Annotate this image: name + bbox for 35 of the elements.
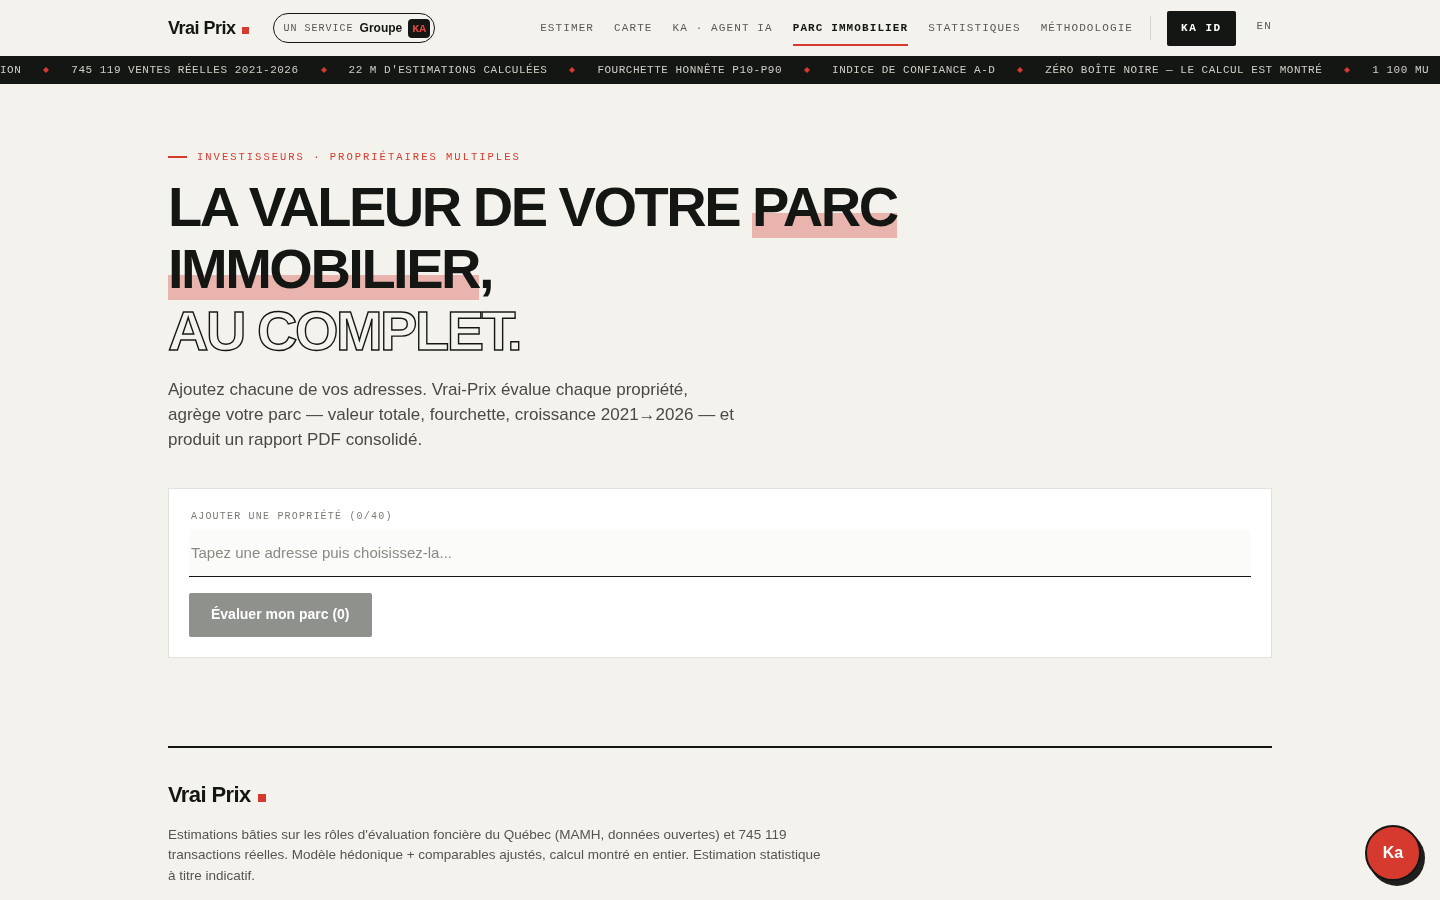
ticker-item: 745 119 VENTES RÉELLES 2021-2026 [71,63,299,77]
dash-icon [168,156,187,158]
diamond-icon [320,67,327,73]
nav-link[interactable]: STATISTIQUES [928,10,1021,46]
home-logo-link[interactable]: Vrai Prix [168,17,249,39]
language-link[interactable]: EN [1256,17,1272,35]
diamond-icon [1344,67,1351,73]
field-label: AJOUTER UNE PROPRIÉTÉ (0/40) [190,510,394,524]
nav-link[interactable]: ESTIMER [540,10,595,46]
nav-link[interactable]: KA · AGENT IA [672,10,773,46]
square-icon [241,27,249,34]
account-button[interactable]: KA ID [1167,10,1236,46]
eyebrow-text: INVESTISSEURS · PROPRIÉTAIRES MULTIPLES [197,150,521,164]
service-label: UN SERVICE [283,21,354,36]
brand-badge: KA [408,18,431,38]
ticker-item: ZÉRO BOÎTE NOIRE — LE CALCUL EST MONTRÉ [1045,63,1323,77]
nav-link[interactable]: MÉTHODOLOGIE [1040,10,1134,46]
ticker-item: ION [0,63,22,77]
nav-link[interactable]: CARTE [614,10,653,46]
address-field[interactable]: Tapez une adresse puis choisissez-la... [189,530,1251,577]
ticker-item: INDICE DE CONFIANCE A-D [832,63,996,77]
ticker-item: FOURCHETTE HONNÊTE P10-P90 [597,63,783,77]
diamond-icon [569,67,576,73]
diamond-icon [43,67,50,73]
diamond-icon [804,67,811,73]
footer-description: Estimations bâties sur les rôles d'évaluation foncière du Québec (MAMH, données ouvertes) et 745 119 transactions réelles. Modèle hédonique + comparables ajustés, calcul montré en entier. Estimation statistique à titre indicatif. [168,825,822,885]
ticker-item: 1 100 MU [1372,63,1430,77]
footer-logo-text: Vrai Prix [168,780,251,809]
hero-heading: LA VALEUR DE VOTRE PARC IMMOBILIER, AU COMPLET. [168,176,897,362]
brand-name: Groupe [359,20,403,37]
square-icon [257,793,266,802]
ticker-item: 22 M D'ESTIMATIONS CALCULÉES [348,63,548,77]
nav-link[interactable]: PARC IMMOBILIER [792,10,909,46]
intro-text: Ajoutez chacune de vos adresses. Vrai-Prix évalue chaque propriété, agrège votre parc — valeur totale, fourchette, croissance 2021→2026 — et produit un rapport PDF consolidé. [168,379,736,451]
diamond-icon [1017,67,1024,73]
